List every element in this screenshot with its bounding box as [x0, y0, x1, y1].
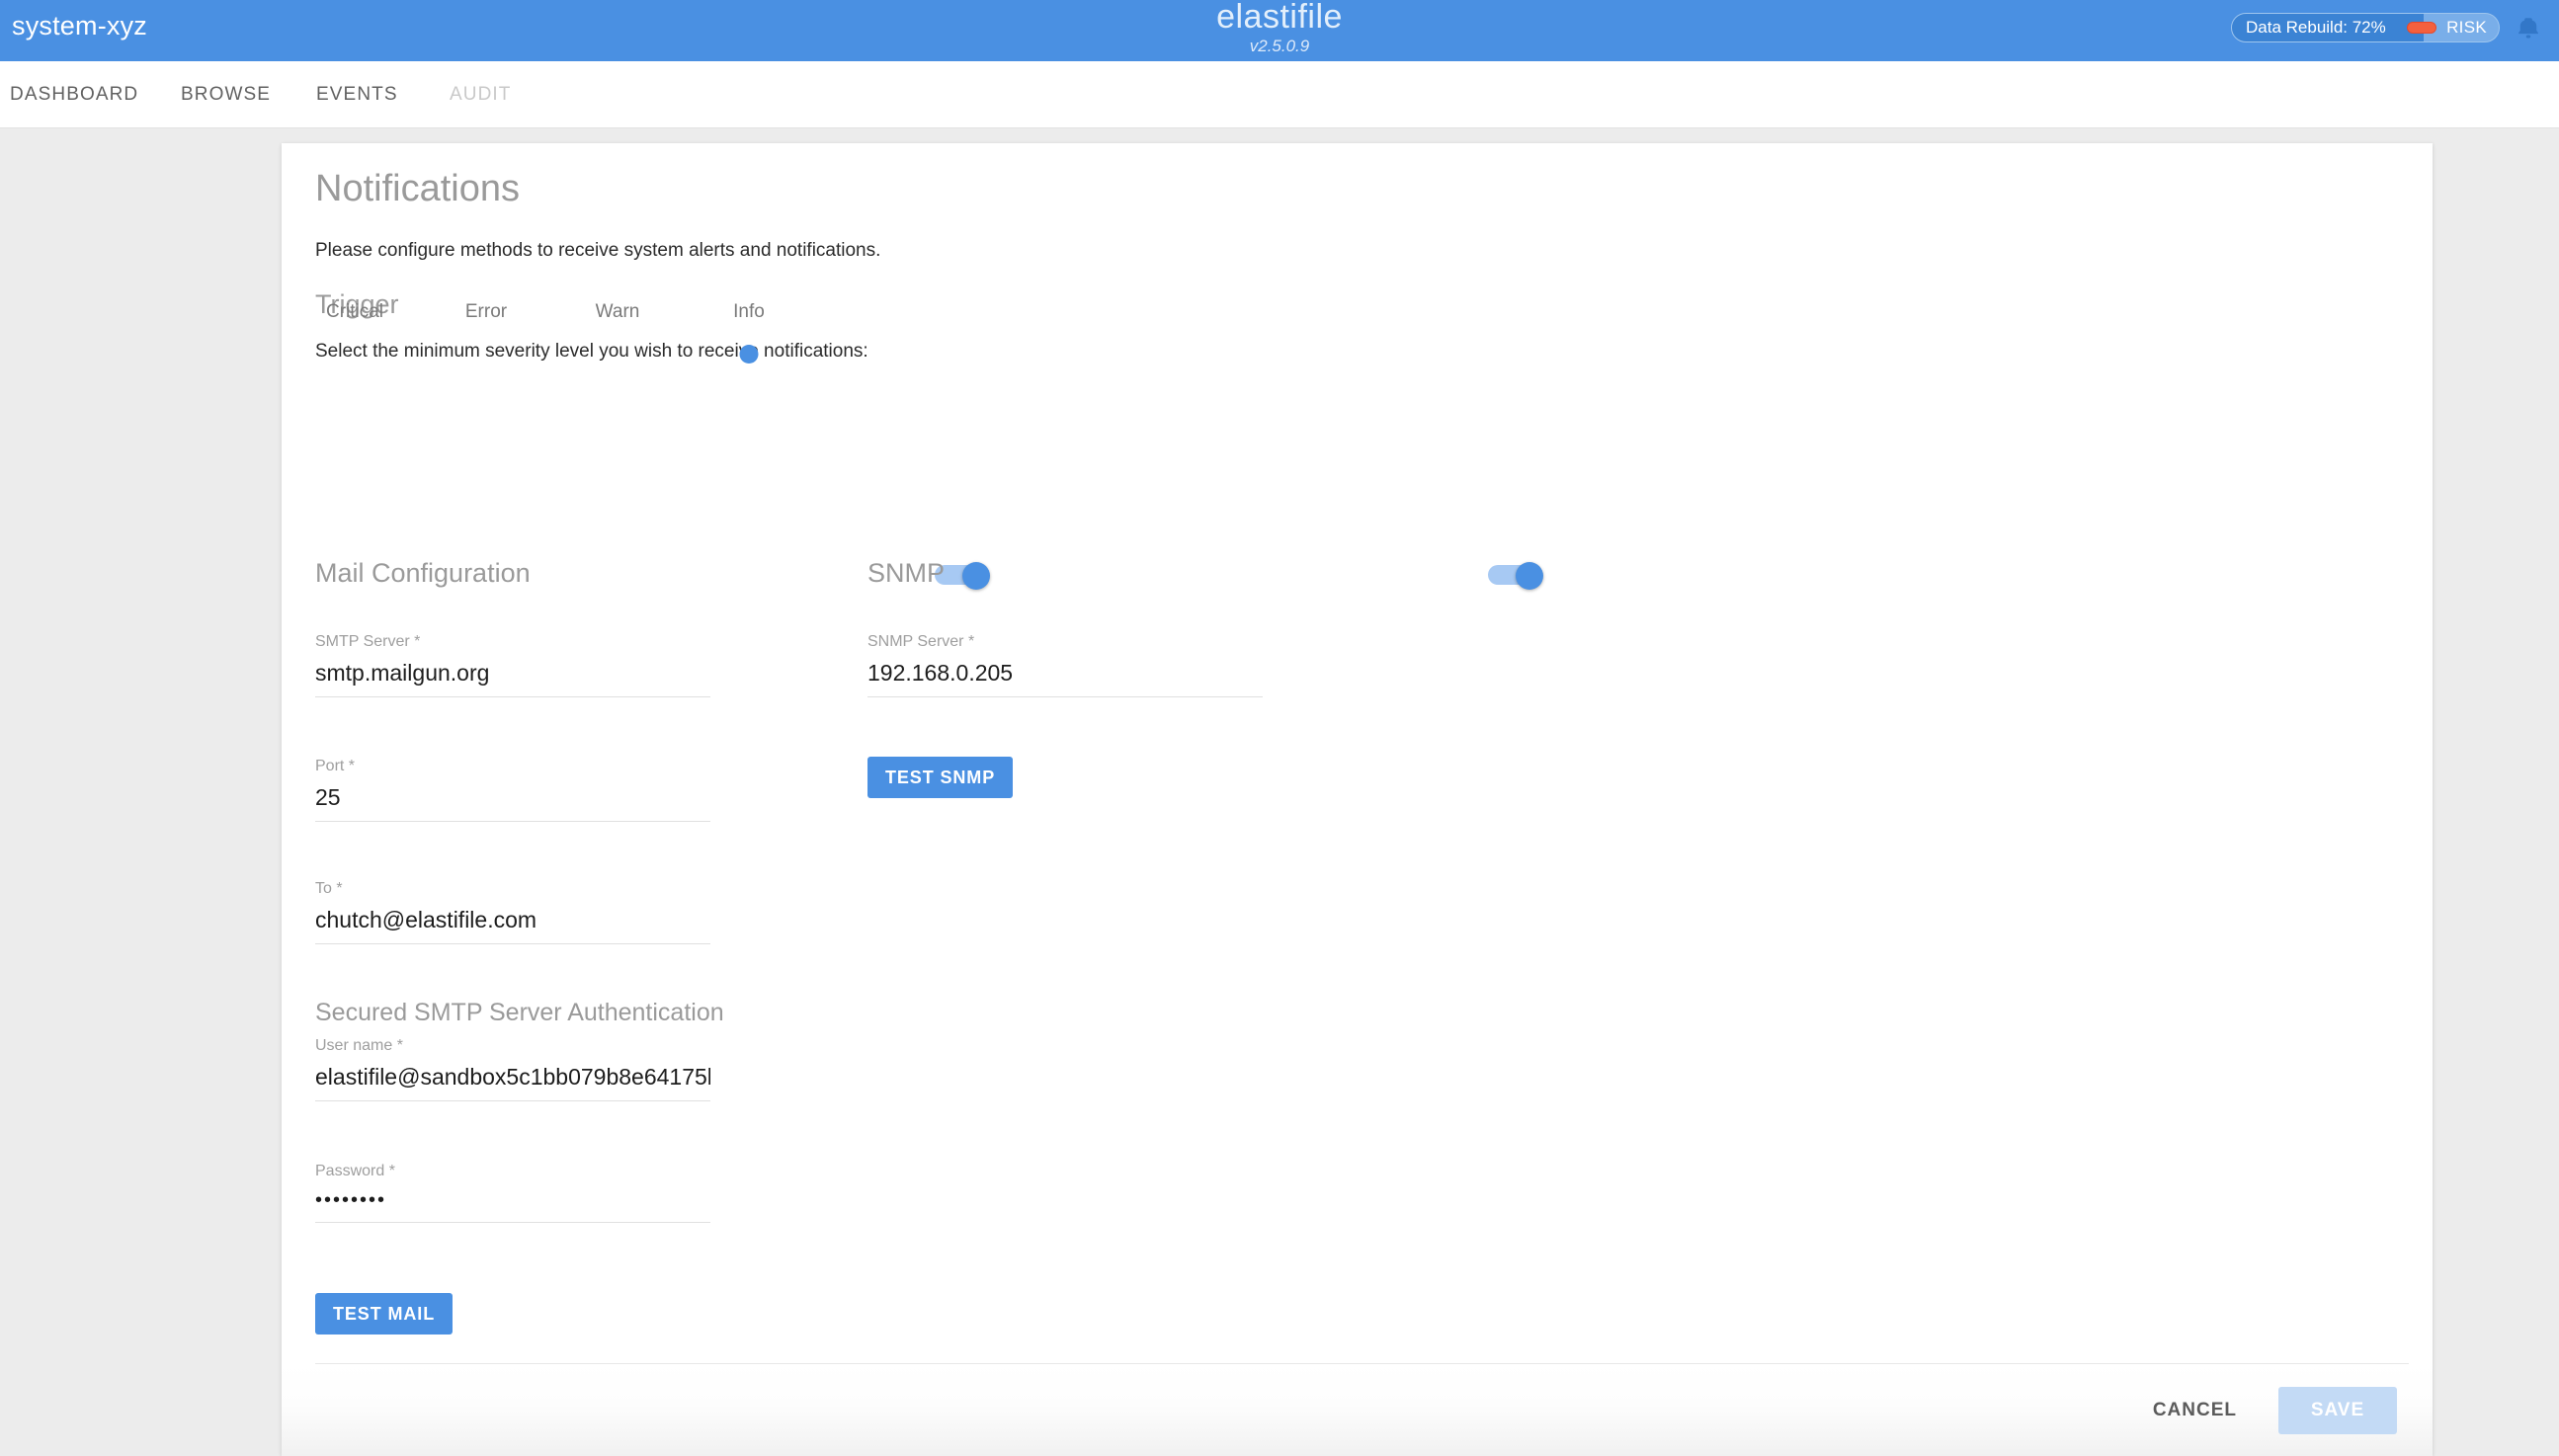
mail-toggle-thumb [962, 562, 990, 590]
password-field[interactable]: Password * •••••••• [315, 1163, 710, 1223]
page-title: Notifications [315, 168, 520, 209]
page-subtitle: Please configure methods to receive syst… [315, 240, 881, 261]
port-field[interactable]: Port * 25 [315, 758, 710, 822]
port-label: Port * [315, 758, 356, 774]
secured-smtp-auth-heading: Secured SMTP Server Authentication [315, 999, 724, 1026]
to-label: To * [315, 880, 343, 897]
user-name-value[interactable]: elastifile@sandbox5c1bb079b8e64175b8 [315, 1064, 710, 1101]
severity-slider-thumb[interactable] [739, 345, 759, 364]
test-mail-button[interactable]: TEST MAIL [315, 1293, 454, 1335]
brand-block: elastifile v2.5.0.9 [0, 0, 2559, 56]
app-header: system-xyz elastifile v2.5.0.9 Data Rebu… [0, 0, 2559, 61]
notifications-card: Notifications Please configure methods t… [282, 143, 2433, 1456]
to-field[interactable]: To * chutch@elastifile.com [315, 880, 710, 944]
snmp-server-field[interactable]: SNMP Server * 192.168.0.205 [867, 633, 1263, 697]
bell-icon[interactable] [2516, 14, 2541, 41]
snmp-toggle[interactable] [1488, 562, 1544, 590]
system-name: system-xyz [12, 11, 147, 40]
cancel-button[interactable]: CANCEL [2133, 1388, 2257, 1433]
severity-slider[interactable]: Critical Error Warn Info [315, 301, 868, 410]
password-value[interactable]: •••••••• [315, 1189, 710, 1223]
smtp-server-field[interactable]: SMTP Server * smtp.mailgun.org [315, 633, 710, 697]
nav-tab-audit: AUDIT [450, 61, 512, 128]
nav-tab-events-label: EVENTS [316, 84, 398, 105]
password-label: Password * [315, 1163, 395, 1179]
nav-tab-audit-label: AUDIT [450, 84, 512, 105]
to-value[interactable]: chutch@elastifile.com [315, 907, 710, 944]
user-name-field[interactable]: User name * elastifile@sandbox5c1bb079b8… [315, 1037, 710, 1101]
severity-label-error[interactable]: Error [465, 301, 507, 323]
test-snmp-button[interactable]: TEST SNMP [867, 757, 1014, 798]
snmp-toggle-thumb [1516, 562, 1543, 590]
snmp-server-label: SNMP Server * [867, 633, 975, 650]
card-footer: CANCEL SAVE [282, 1364, 2433, 1456]
severity-label-critical[interactable]: Critical [326, 301, 383, 323]
header-status-cluster: Data Rebuild: 72% RISK [2231, 13, 2541, 42]
main-nav: DASHBOARD BROWSE EVENTS AUDIT [0, 61, 2559, 128]
risk-label: RISK [2446, 18, 2487, 37]
smtp-server-label: SMTP Server * [315, 633, 421, 650]
severity-label-info[interactable]: Info [733, 301, 765, 323]
smtp-server-value[interactable]: smtp.mailgun.org [315, 660, 710, 697]
nav-tab-browse[interactable]: BROWSE [181, 61, 271, 128]
snmp-server-value[interactable]: 192.168.0.205 [867, 660, 1263, 697]
risk-group: RISK [2407, 18, 2487, 38]
save-button: SAVE [2278, 1386, 2397, 1434]
nav-tab-dashboard-label: DASHBOARD [10, 84, 139, 105]
nav-tab-events[interactable]: EVENTS [316, 61, 398, 128]
severity-label-warn[interactable]: Warn [596, 301, 640, 323]
user-name-label: User name * [315, 1037, 403, 1054]
mail-configuration-heading: Mail Configuration [315, 558, 531, 588]
version-label: v2.5.0.9 [1249, 37, 1310, 55]
notifications-card-body: Notifications Please configure methods t… [282, 143, 2433, 1363]
data-rebuild-status-pill[interactable]: Data Rebuild: 72% RISK [2231, 13, 2500, 42]
data-rebuild-label: Data Rebuild: 72% [2246, 18, 2386, 37]
nav-tab-dashboard[interactable]: DASHBOARD [10, 61, 138, 128]
port-value[interactable]: 25 [315, 784, 710, 822]
brand-logo-text: elastifile [1216, 0, 1343, 36]
snmp-heading: SNMP [867, 558, 946, 588]
nav-tab-browse-label: BROWSE [181, 84, 272, 105]
risk-indicator-bar [2407, 22, 2437, 34]
